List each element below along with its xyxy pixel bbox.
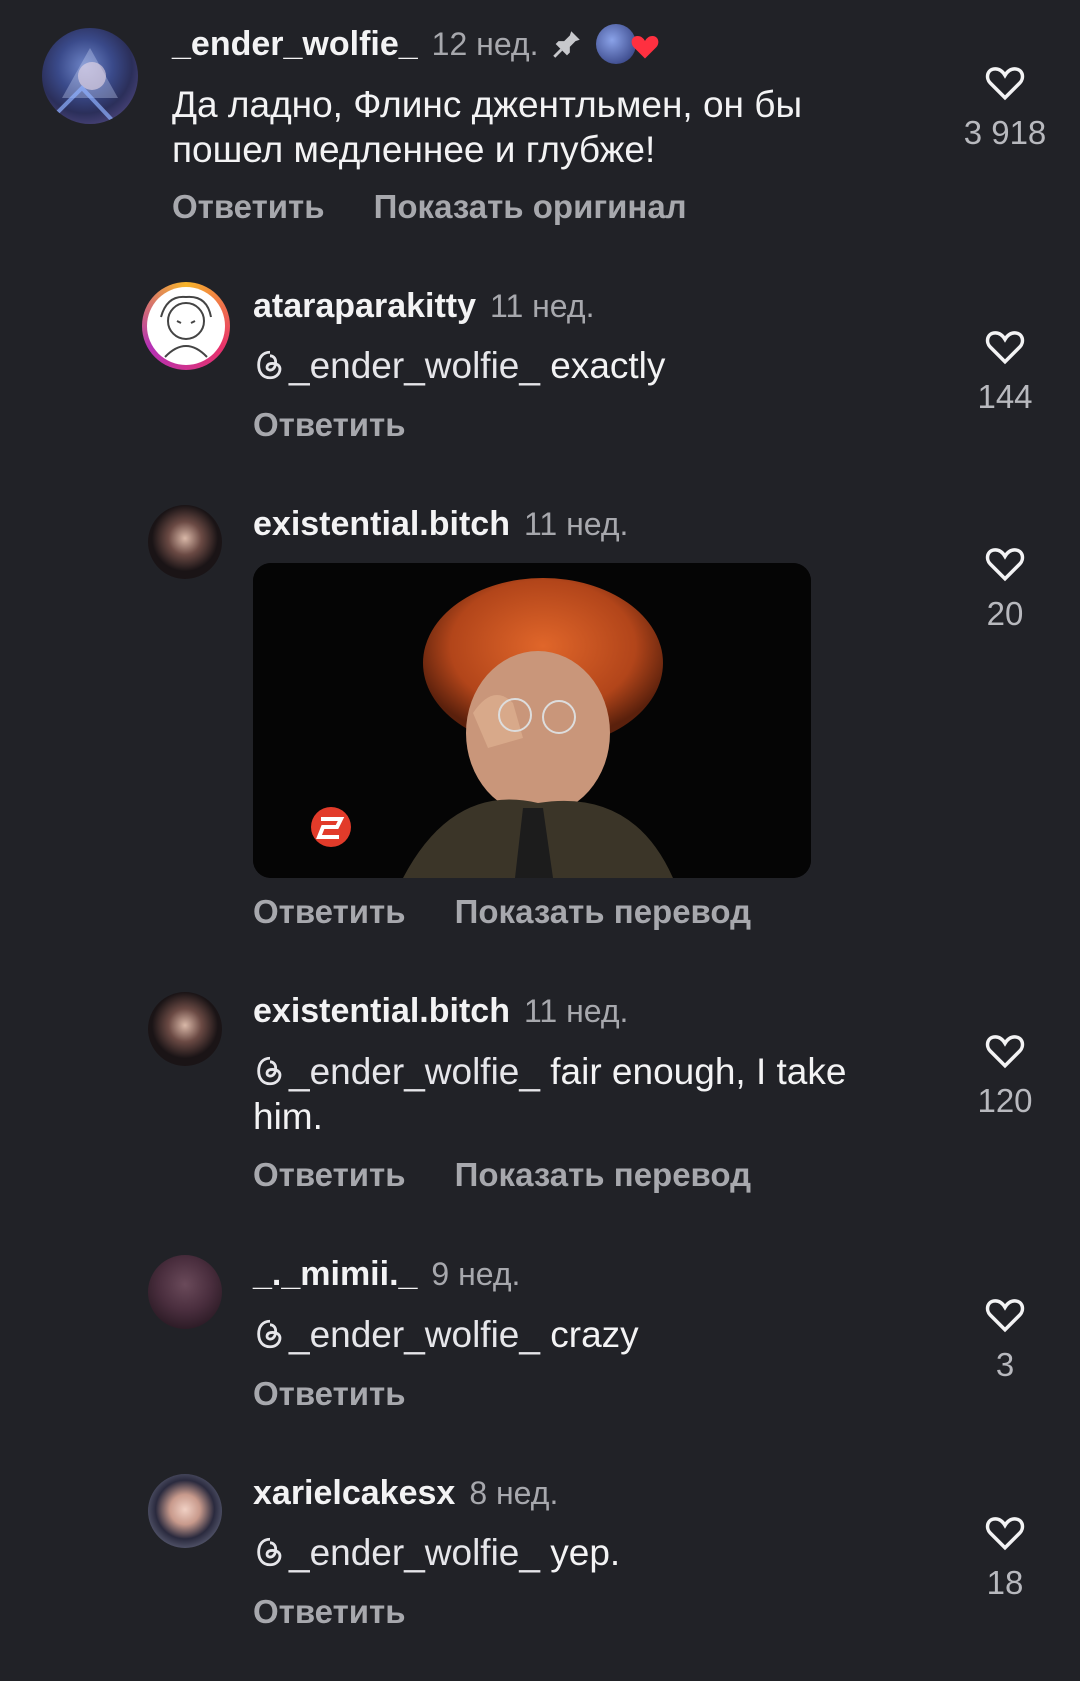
mention-link[interactable]: _ender_wolfie_ bbox=[253, 345, 540, 386]
show-original-button[interactable]: Показать оригинал bbox=[374, 188, 687, 225]
comment-text: _ender_wolfie_ fair enough, I take him. bbox=[253, 1049, 913, 1139]
creator-like-badge bbox=[592, 22, 662, 66]
threads-icon bbox=[257, 350, 282, 380]
comment-header: _._mimii._ 9 нед. bbox=[253, 1252, 520, 1296]
heart-outline-icon[interactable] bbox=[984, 1294, 1026, 1334]
username[interactable]: existential.bitch bbox=[253, 992, 510, 1031]
username[interactable]: xarielcakesx bbox=[253, 1474, 455, 1513]
gif-media[interactable] bbox=[253, 563, 811, 878]
heart-outline-icon[interactable] bbox=[984, 1030, 1026, 1070]
avatar-image bbox=[147, 287, 225, 365]
like-control: 144 bbox=[960, 326, 1050, 416]
like-count: 3 bbox=[995, 1346, 1015, 1383]
comment-actions: Ответить Показать перевод bbox=[253, 893, 791, 931]
comment-text-body: exactly bbox=[539, 345, 666, 386]
reply-button[interactable]: Ответить bbox=[253, 1156, 406, 1193]
timestamp: 9 нед. bbox=[431, 1255, 521, 1292]
show-translation-button[interactable]: Показать перевод bbox=[455, 893, 751, 930]
mention-link[interactable]: _ender_wolfie_ bbox=[253, 1051, 540, 1092]
reply-button[interactable]: Ответить bbox=[172, 188, 325, 225]
comment-actions: Ответить Показать оригинал bbox=[172, 188, 727, 226]
like-control: 120 bbox=[960, 1030, 1050, 1120]
show-translation-button[interactable]: Показать перевод bbox=[455, 1156, 751, 1193]
username[interactable]: ataraparakitty bbox=[253, 287, 476, 326]
avatar[interactable] bbox=[142, 282, 230, 370]
comment-header: existential.bitch 11 нед. bbox=[253, 989, 628, 1033]
like-count: 144 bbox=[977, 378, 1033, 415]
heart-outline-icon[interactable] bbox=[984, 62, 1026, 102]
timestamp: 8 нед. bbox=[469, 1474, 559, 1511]
reply-button[interactable]: Ответить bbox=[253, 406, 406, 443]
username[interactable]: _ender_wolfie_ bbox=[172, 25, 418, 64]
heart-filled-icon bbox=[632, 36, 659, 59]
like-count: 18 bbox=[986, 1564, 1024, 1601]
reply-button[interactable]: Ответить bbox=[253, 893, 406, 930]
pin-icon bbox=[553, 31, 581, 58]
comment-text: Да ладно, Флинс джентльмен, он бы пошел … bbox=[172, 84, 803, 170]
username[interactable]: _._mimii._ bbox=[253, 1255, 417, 1294]
like-control: 18 bbox=[960, 1512, 1050, 1602]
mention-link[interactable]: _ender_wolfie_ bbox=[253, 1532, 540, 1573]
threads-icon bbox=[257, 1319, 282, 1349]
like-control: 3 918 bbox=[960, 62, 1050, 152]
comment-text-body: yep. bbox=[539, 1532, 621, 1573]
mention-username[interactable]: _ender_wolfie_ bbox=[289, 1051, 540, 1092]
like-count: 3 918 bbox=[963, 114, 1047, 151]
comment-actions: Ответить bbox=[253, 406, 446, 444]
mention-username[interactable]: _ender_wolfie_ bbox=[289, 1532, 540, 1573]
gif-image bbox=[253, 563, 811, 878]
comment-actions: Ответить bbox=[253, 1375, 446, 1413]
comment-header: xarielcakesx 8 нед. bbox=[253, 1471, 558, 1515]
comment-header: _ender_wolfie_ 12 нед. bbox=[172, 22, 662, 66]
like-control: 3 bbox=[960, 1294, 1050, 1384]
like-count: 20 bbox=[986, 595, 1024, 632]
comment-header: ataraparakitty 11 нед. bbox=[253, 284, 594, 328]
heart-outline-icon[interactable] bbox=[984, 543, 1026, 583]
mention-username[interactable]: _ender_wolfie_ bbox=[289, 1314, 540, 1355]
avatar[interactable] bbox=[148, 505, 222, 579]
comment-text-body: crazy bbox=[539, 1314, 639, 1355]
mention-username[interactable]: _ender_wolfie_ bbox=[289, 345, 540, 386]
like-control: 20 bbox=[960, 543, 1050, 633]
avatar-sketch bbox=[160, 295, 212, 358]
avatar[interactable] bbox=[42, 28, 138, 124]
like-count: 120 bbox=[977, 1082, 1033, 1119]
heart-outline-icon[interactable] bbox=[984, 1512, 1026, 1552]
comment-text: _ender_wolfie_ yep. bbox=[253, 1530, 893, 1575]
timestamp: 11 нед. bbox=[523, 992, 629, 1029]
avatar-art bbox=[50, 48, 118, 122]
avatar[interactable] bbox=[148, 1474, 222, 1548]
heart-outline-icon[interactable] bbox=[984, 326, 1026, 366]
comment-text: _ender_wolfie_ crazy bbox=[253, 1312, 893, 1357]
comment-actions: Ответить bbox=[253, 1593, 446, 1631]
timestamp: 11 нед. bbox=[490, 287, 595, 324]
timestamp: 12 нед. bbox=[431, 25, 539, 62]
comment-text: _ender_wolfie_ exactly bbox=[253, 343, 893, 388]
username[interactable]: existential.bitch bbox=[253, 505, 510, 544]
comment-header: existential.bitch 11 нед. bbox=[253, 502, 628, 546]
mention-link[interactable]: _ender_wolfie_ bbox=[253, 1314, 540, 1355]
avatar[interactable] bbox=[148, 992, 222, 1066]
reply-button[interactable]: Ответить bbox=[253, 1375, 406, 1412]
threads-icon bbox=[257, 1056, 282, 1086]
comment-actions: Ответить Показать перевод bbox=[253, 1156, 791, 1194]
reply-button[interactable]: Ответить bbox=[253, 1593, 406, 1630]
threads-icon bbox=[257, 1537, 282, 1567]
timestamp: 11 нед. bbox=[523, 505, 629, 542]
avatar[interactable] bbox=[148, 1255, 222, 1329]
